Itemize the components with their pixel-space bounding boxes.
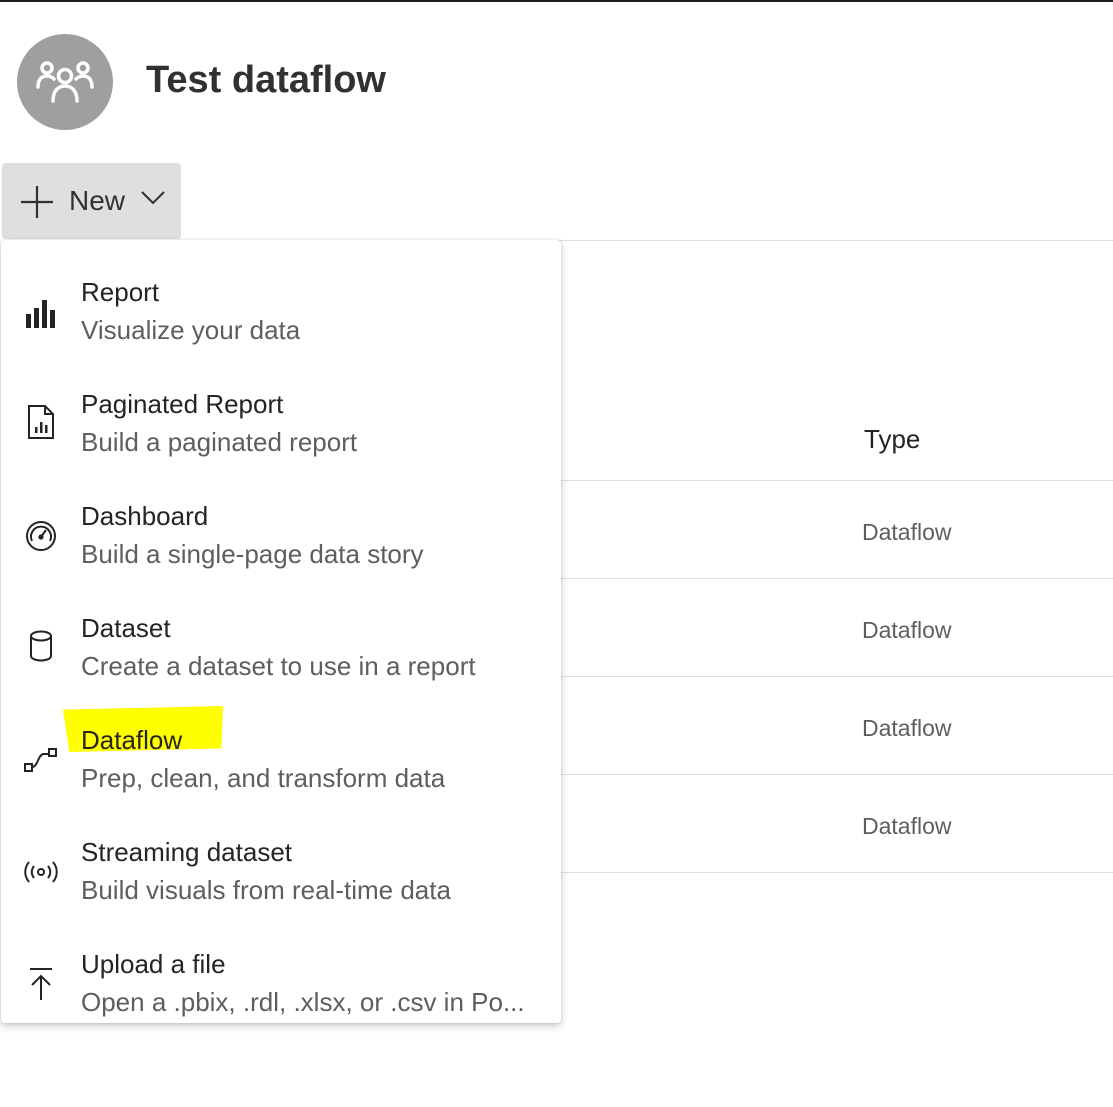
menu-item-title: Upload a file	[81, 949, 226, 979]
page-title: Test dataflow	[146, 59, 386, 101]
menu-item-description: Build a single-page data story	[81, 539, 424, 569]
menu-item-title: Dashboard	[81, 501, 209, 531]
menu-item-title: Paginated Report	[81, 389, 284, 419]
menu-item-title: Dataset	[81, 613, 171, 643]
dataflow-icon	[23, 742, 59, 778]
paginated-report-icon	[23, 404, 59, 440]
new-item-menu: Report Visualize your data Paginated Rep…	[1, 240, 561, 1023]
menu-item-title: Report	[81, 277, 160, 307]
menu-item-upload-file[interactable]: Upload a file Open a .pbix, .rdl, .xlsx,…	[1, 928, 561, 1040]
menu-item-description: Open a .pbix, .rdl, .xlsx, or .csv in Po…	[81, 987, 525, 1017]
menu-item-description: Build a paginated report	[81, 427, 358, 457]
menu-item-report[interactable]: Report Visualize your data	[1, 256, 561, 368]
menu-item-description: Prep, clean, and transform data	[81, 763, 446, 793]
group-icon	[36, 61, 94, 103]
bar-chart-icon	[23, 296, 59, 332]
new-button-label: New	[69, 185, 126, 216]
menu-item-title: Streaming dataset	[81, 837, 293, 867]
table-row-type: Dataflow	[862, 617, 952, 643]
upload-icon	[23, 966, 59, 1002]
menu-item-dataset[interactable]: Dataset Create a dataset to use in a rep…	[1, 592, 561, 704]
menu-item-streaming-dataset[interactable]: Streaming dataset Build visuals from rea…	[1, 816, 561, 928]
table-row-type: Dataflow	[862, 813, 952, 839]
menu-item-paginated-report[interactable]: Paginated Report Build a paginated repor…	[1, 368, 561, 480]
new-button[interactable]: New	[2, 163, 181, 239]
menu-item-description: Create a dataset to use in a report	[81, 651, 476, 681]
menu-item-description: Build visuals from real-time data	[81, 875, 451, 905]
broadcast-icon	[23, 854, 59, 890]
table-row-type: Dataflow	[862, 715, 952, 741]
chevron-down-icon	[141, 191, 165, 205]
menu-item-description: Visualize your data	[81, 315, 301, 345]
window-top-border	[0, 0, 1113, 2]
menu-item-dashboard[interactable]: Dashboard Build a single-page data story	[1, 480, 561, 592]
gauge-icon	[23, 518, 59, 554]
table-row-type: Dataflow	[862, 519, 952, 545]
menu-item-dataflow[interactable]: Dataflow Prep, clean, and transform data	[1, 704, 561, 816]
menu-item-title: Dataflow	[81, 725, 183, 755]
type-column-header[interactable]: Type	[864, 422, 920, 456]
plus-icon	[20, 185, 54, 219]
database-icon	[23, 628, 59, 664]
workspace-avatar	[17, 34, 113, 130]
